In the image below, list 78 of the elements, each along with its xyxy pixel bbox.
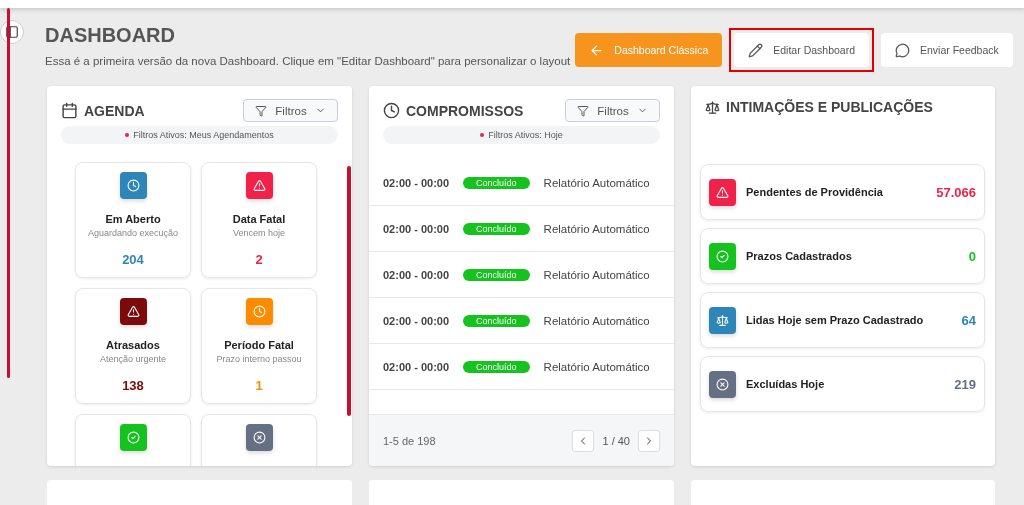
status-pill: Concluído (463, 268, 530, 281)
sidebar-icon (5, 25, 19, 39)
stat-tile[interactable]: Data Fatal Vencem hoje 2 (201, 162, 317, 278)
tile-count: 1 (255, 378, 263, 393)
tile-count: 204 (122, 252, 144, 267)
stat-label: Pendentes de Providência (746, 186, 884, 198)
notice-stat-row[interactable]: Lidas Hoje sem Prazo Cadastrado 64 (700, 292, 985, 348)
tile-subtitle: Vencem hoje (232, 228, 285, 238)
pagination-range: 1-5 de 198 (383, 434, 436, 447)
tile-subtitle: Prazo interno passou (216, 354, 302, 364)
clock-icon (126, 179, 140, 192)
warning-icon (252, 179, 266, 192)
appointment-description: Relatório Automático (543, 360, 650, 373)
status-pill: Concluído (463, 222, 530, 235)
stat-count: 64 (961, 312, 976, 328)
clock-icon (383, 102, 400, 119)
stat-count: 57.066 (936, 184, 976, 200)
filter-icon (255, 104, 268, 117)
appointment-time: 02:00 - 00:00 (383, 360, 450, 373)
filter-button[interactable]: Filtros (243, 99, 338, 122)
card-title: COMPROMISSOS (406, 102, 524, 119)
status-pill: Concluído (463, 314, 530, 327)
scale-icon (716, 313, 729, 327)
appointment-description: Relatório Automático (543, 268, 650, 281)
action-button[interactable]: Editar Dashboard (734, 33, 869, 67)
appointment-time: 02:00 - 00:00 (383, 268, 450, 281)
warning-icon (716, 185, 729, 199)
stat-tile[interactable]: Em Aberto Aguardando execução 204 (75, 162, 191, 278)
warning-icon (126, 305, 140, 318)
action-button[interactable]: Enviar Feedback (881, 33, 1013, 67)
scale-icon (705, 99, 720, 115)
page-indicator: 1 / 40 (602, 434, 630, 447)
x-circle-icon (716, 377, 729, 391)
card-title: INTIMAÇÕES E PUBLICAÇÕES (726, 99, 933, 115)
appointment-description: Relatório Automático (543, 222, 650, 235)
pencil-icon (748, 42, 764, 58)
stat-count: 219 (954, 376, 976, 392)
x-circle-icon (252, 431, 266, 444)
notice-stat-row[interactable]: Excluídas Hoje 219 (700, 356, 985, 412)
stat-label: Excluídas Hoje (746, 378, 826, 390)
stat-label: Lidas Hoje sem Prazo Cadastrado (746, 314, 925, 326)
appointment-description: Relatório Automático (543, 314, 650, 327)
page-title: DASHBOARD (45, 24, 176, 47)
filter-icon (577, 104, 590, 117)
status-pill: Concluído (463, 176, 530, 189)
next-page-button[interactable] (638, 429, 660, 452)
stat-tile[interactable]: Atrasados Atenção urgente 138 (75, 288, 191, 404)
page-subtitle: Essa é a primeira versão da nova Dashboard. Clique em "Editar Dashboard" para personalizar o layout (45, 55, 571, 67)
status-pill: Concluído (463, 360, 530, 373)
scrollbar-thumb[interactable] (347, 166, 351, 416)
sidebar-toggle-button[interactable] (0, 20, 24, 44)
chat-bubble-icon (895, 42, 910, 58)
check-circle-icon (716, 249, 729, 263)
stat-tile[interactable]: Período Fatal Prazo interno passou 1 (201, 288, 317, 404)
active-filters-label: Filtros Ativos: Hoje (383, 126, 660, 144)
appointment-description: Relatório Automático (543, 176, 650, 189)
stat-label: Prazos Cadastrados (746, 250, 853, 262)
appointment-time: 02:00 - 00:00 (383, 176, 450, 189)
previous-page-button[interactable] (572, 429, 595, 452)
check-circle-icon (126, 431, 140, 444)
tile-subtitle: Aguardando execução (87, 228, 179, 238)
appointment-time: 02:00 - 00:00 (383, 314, 450, 327)
clock-icon (252, 305, 266, 318)
tile-count: 2 (255, 252, 263, 267)
card-title: AGENDA (84, 102, 145, 119)
calendar-icon (61, 102, 78, 119)
tile-subtitle: Atenção urgente (99, 354, 167, 364)
filter-button[interactable]: Filtros (565, 99, 660, 122)
active-filters-label: Filtros Ativos: Meus Agendamentos (61, 126, 338, 144)
appointment-time: 02:00 - 00:00 (383, 222, 450, 235)
tile-title: Em Aberto (105, 213, 161, 225)
tile-title: Atrasados (106, 339, 160, 351)
tile-title: Período Fatal (224, 339, 294, 351)
notice-stat-row[interactable]: Pendentes de Providência 57.066 (700, 164, 985, 220)
notice-stat-row[interactable]: Prazos Cadastrados 0 (700, 228, 985, 284)
stat-count: 0 (968, 248, 976, 264)
tile-title: Data Fatal (232, 213, 286, 225)
tile-count: 138 (122, 378, 144, 393)
